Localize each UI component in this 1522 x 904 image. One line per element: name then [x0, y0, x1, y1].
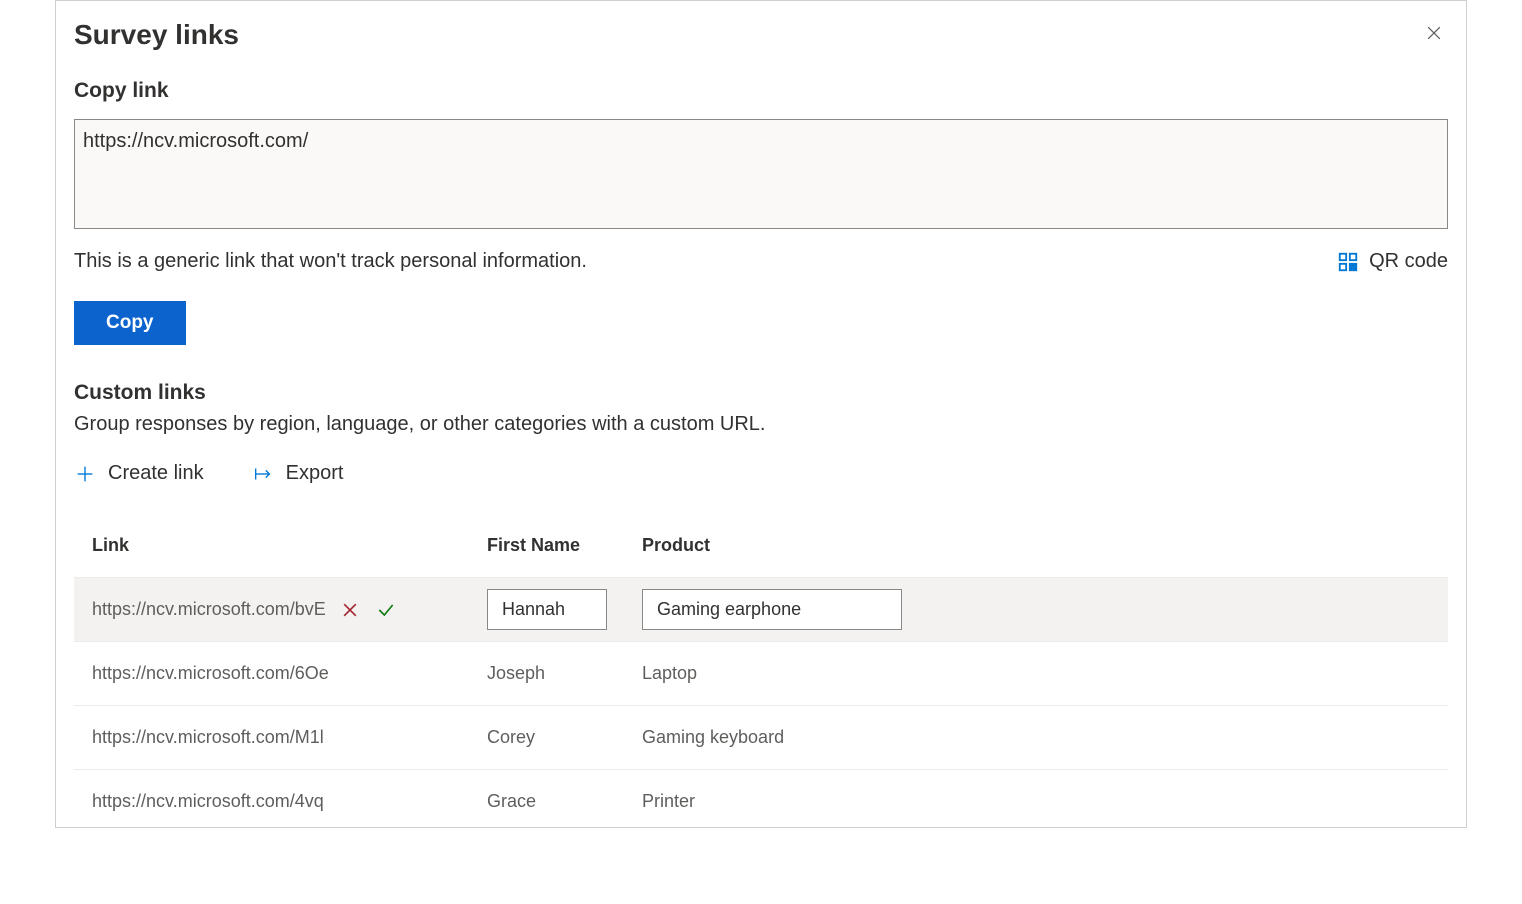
first-name-input[interactable] [487, 589, 607, 630]
product-input[interactable] [642, 589, 902, 630]
link-textarea[interactable] [74, 119, 1448, 229]
copy-button[interactable]: Copy [74, 301, 186, 345]
row-link-url: https://ncv.microsoft.com/4vq [92, 791, 324, 812]
table-row[interactable]: https://ncv.microsoft.com/4vq GracePrinte… [74, 769, 1448, 833]
row-product: Laptop [642, 663, 1430, 684]
survey-links-dialog: Survey links Copy link This is a generic… [55, 0, 1467, 828]
custom-links-description: Group responses by region, language, or … [74, 413, 1448, 436]
qr-code-button[interactable]: QR code [1337, 250, 1448, 273]
row-first-name: Grace [487, 791, 642, 812]
custom-links-table: Link First Name Product https://ncv.micr… [74, 513, 1448, 833]
col-product: Product [642, 535, 1430, 556]
export-button[interactable]: Export [252, 462, 344, 485]
export-label: Export [286, 462, 344, 485]
row-link-url: https://ncv.microsoft.com/bvE [92, 599, 326, 620]
export-icon [252, 463, 274, 485]
row-first-name: Joseph [487, 663, 642, 684]
dialog-title: Survey links [74, 19, 239, 51]
close-icon [1424, 23, 1444, 43]
custom-links-heading: Custom links [74, 381, 1448, 405]
close-button[interactable] [1420, 19, 1448, 50]
table-row[interactable]: https://ncv.microsoft.com/bvE [74, 577, 1448, 641]
row-link-url: https://ncv.microsoft.com/M1l [92, 727, 324, 748]
create-link-button[interactable]: Create link [74, 462, 204, 485]
link-info-text: This is a generic link that won't track … [74, 250, 587, 273]
check-icon [376, 600, 396, 620]
cancel-edit-button[interactable] [338, 598, 362, 622]
qr-code-label: QR code [1369, 250, 1448, 273]
table-row[interactable]: https://ncv.microsoft.com/6Oe JosephLapto… [74, 641, 1448, 705]
row-link-url: https://ncv.microsoft.com/6Oe [92, 663, 329, 684]
row-first-name: Corey [487, 727, 642, 748]
table-row[interactable]: https://ncv.microsoft.com/M1l CoreyGaming… [74, 705, 1448, 769]
qr-code-icon [1337, 251, 1359, 273]
col-link: Link [92, 535, 487, 556]
row-product: Printer [642, 791, 1430, 812]
plus-icon [74, 463, 96, 485]
x-icon [340, 600, 360, 620]
create-link-label: Create link [108, 462, 204, 485]
confirm-edit-button[interactable] [374, 598, 398, 622]
table-header-row: Link First Name Product [74, 513, 1448, 577]
row-product: Gaming keyboard [642, 727, 1430, 748]
col-first-name: First Name [487, 535, 642, 556]
copy-link-heading: Copy link [74, 79, 1448, 103]
